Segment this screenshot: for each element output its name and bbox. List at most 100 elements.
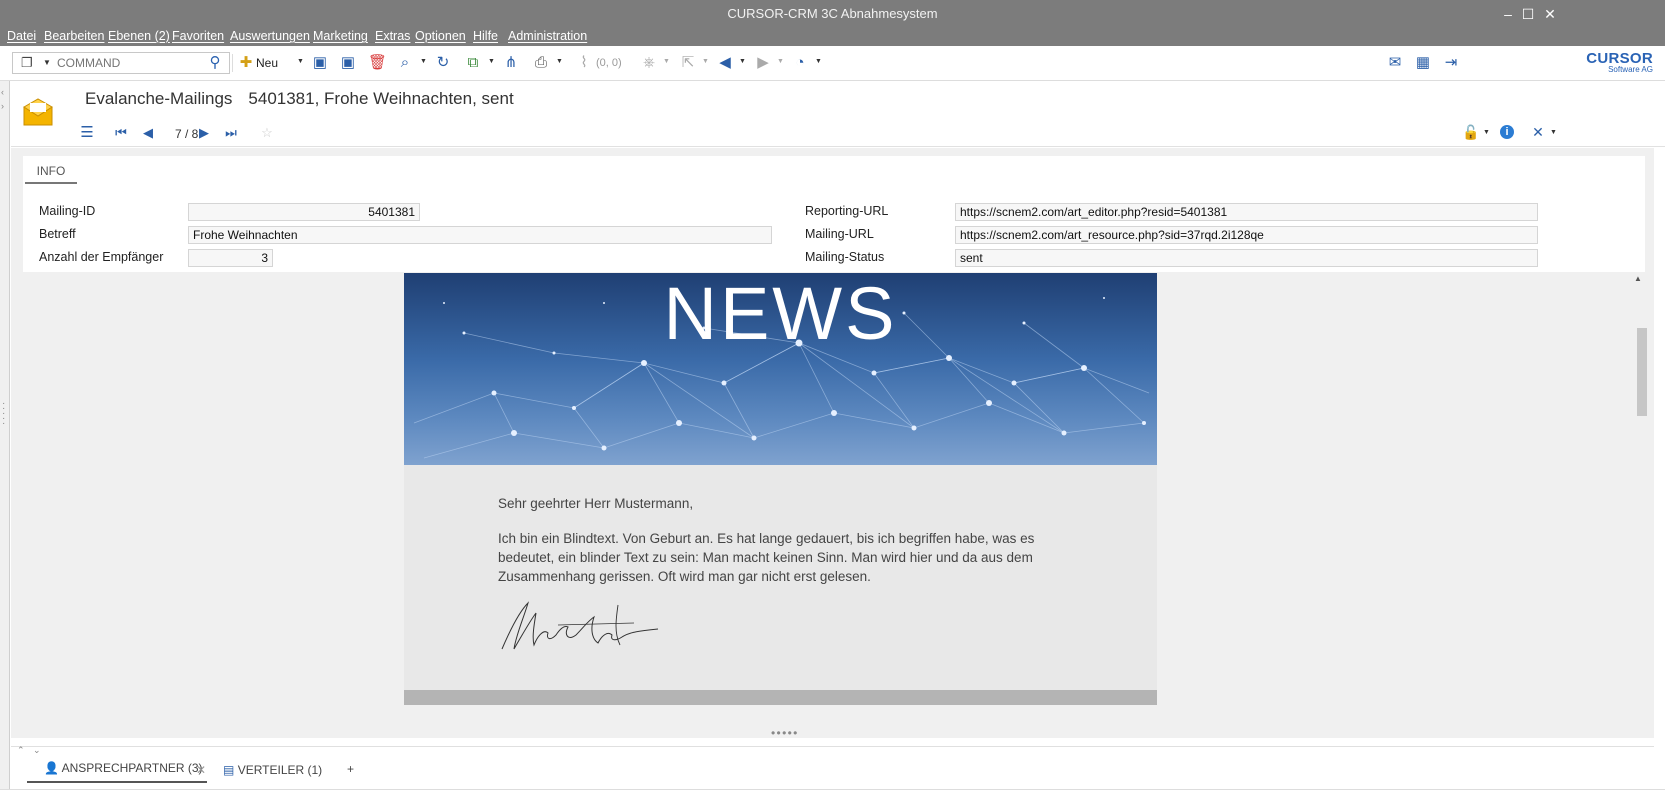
left-collapse-strip[interactable]: ‹ › · · · · · — [0, 81, 10, 810]
refresh-icon[interactable]: ↻ — [435, 54, 451, 72]
record-content: INFO Mailing-ID 5401381 Betreff Frohe We… — [11, 148, 1654, 740]
mailing-envelope-icon — [23, 98, 53, 126]
mailing-id-field[interactable]: 5401381 — [188, 203, 420, 221]
menu-favoriten[interactable]: Favoriten — [172, 29, 224, 43]
new-record-icon[interactable]: ✚ — [238, 54, 254, 72]
chevron-down-icon[interactable]: ▼ — [43, 58, 51, 67]
recipients-label: Anzahl der Empfänger — [39, 250, 164, 264]
menu-optionen[interactable]: Optionen — [415, 29, 466, 43]
close-window-button[interactable]: ✕ — [1539, 4, 1561, 24]
lock-icon[interactable]: 🔓 — [1462, 124, 1479, 140]
mail-body-line-1: Ich bin ein Blindtext. Von Geburt an. Es… — [498, 531, 1035, 546]
menu-hilfe[interactable]: Hilfe — [473, 29, 498, 43]
chevron-down-icon[interactable]: ⌄ — [33, 745, 40, 756]
attachment-count: (0, 0) — [596, 57, 622, 69]
mail-body: NEWS Sehr geehrter Herr Mustermann, Ich … — [404, 273, 1157, 705]
close-dropdown-icon[interactable]: ▼ — [1550, 129, 1557, 136]
delete-icon[interactable]: 🗑 — [368, 54, 387, 72]
mailing-status-field[interactable]: sent — [955, 249, 1538, 267]
history-icon[interactable]: ◔ — [792, 54, 808, 72]
mail-inbox-icon[interactable]: ✉ — [1386, 54, 1404, 72]
favorite-star-icon[interactable]: ☆ — [259, 125, 275, 141]
export-icon[interactable]: ⇱ — [680, 54, 696, 72]
module-name: Evalanche-Mailings — [85, 89, 233, 108]
back-icon[interactable]: ◀ — [717, 54, 733, 72]
tab-info[interactable]: INFO — [25, 162, 77, 184]
logout-icon[interactable]: ⇥ — [1442, 54, 1460, 72]
menu-ebenen[interactable]: Ebenen (2) — [108, 29, 170, 43]
menu-bearbeiten[interactable]: Bearbeiten — [44, 29, 104, 43]
tab-ansprechpartner[interactable]: 👤 ANSPRECHPARTNER (3) — [27, 761, 207, 783]
close-record-icon[interactable]: ✕ — [1530, 124, 1546, 140]
maximize-button[interactable]: ☐ — [1517, 4, 1539, 24]
mail-body-line-3: Zusammenhang gerissen. Oft wird man gar … — [498, 569, 871, 584]
lock-dropdown-icon[interactable]: ▼ — [1483, 129, 1490, 136]
record-title: Evalanche-Mailings 5401381, Frohe Weihnac… — [85, 89, 514, 109]
menu-auswertungen[interactable]: Auswertungen — [230, 29, 310, 43]
info-icon[interactable]: i — [1500, 125, 1514, 139]
subject-label: Betreff — [39, 227, 76, 241]
mailing-url-field[interactable]: https://scnem2.com/art_resource.php?sid=… — [955, 226, 1538, 244]
info-form: INFO Mailing-ID 5401381 Betreff Frohe We… — [23, 156, 1645, 272]
previous-record-icon[interactable]: ◀ — [141, 125, 155, 141]
menu-administration[interactable]: Administration — [508, 29, 587, 43]
last-record-icon[interactable]: ⏭ — [223, 125, 239, 141]
toolbar: ❐ ▼ ⚲ ✚ Neu ▼ ▣ ▣ 🗑 ⌕ ▼ ↻ ⧉ ▼ ⋔ ⎙ ▼ ⌇ (0… — [0, 46, 1665, 81]
tab-ansprechpartner-label: ANSPRECHPARTNER (3) — [61, 761, 203, 775]
search-dropdown-icon[interactable]: ▼ — [420, 58, 427, 65]
add-tab-button[interactable]: + — [347, 762, 354, 776]
save-icon[interactable]: ▣ — [312, 54, 328, 72]
splitter-handle-icon[interactable]: • • • • • — [771, 726, 797, 740]
copy-dropdown-icon[interactable]: ▼ — [488, 58, 495, 65]
toolbar-divider — [232, 54, 233, 72]
export-dropdown-icon[interactable]: ▼ — [702, 58, 709, 65]
search-icon[interactable]: ⚲ — [205, 54, 225, 72]
back-dropdown-icon[interactable]: ▼ — [739, 58, 746, 65]
command-input[interactable] — [57, 55, 207, 71]
stamp-dropdown-icon[interactable]: ▼ — [663, 58, 670, 65]
attachment-icon[interactable]: ⌇ — [576, 54, 592, 72]
print-dropdown-icon[interactable]: ▼ — [556, 58, 563, 65]
reporting-url-field[interactable]: https://scnem2.com/art_editor.php?resid=… — [955, 203, 1538, 221]
forward-dropdown-icon[interactable]: ▼ — [777, 58, 784, 65]
chevron-left-icon[interactable]: ‹ — [1, 87, 4, 97]
search-record-icon[interactable]: ⌕ — [396, 54, 414, 72]
print-icon[interactable]: ⎙ — [532, 54, 550, 72]
menu-marketing[interactable]: Marketing — [313, 29, 368, 43]
subject-field[interactable]: Frohe Weihnachten — [188, 226, 772, 244]
next-record-icon[interactable]: ▶ — [197, 125, 211, 141]
dashboard-icon[interactable]: ▦ — [1414, 54, 1432, 72]
status-bar — [0, 789, 1665, 810]
tab-verteiler[interactable]: ▤ VERTEILER (1) — [223, 763, 322, 777]
drag-handle-icon[interactable]: · · · · · — [2, 399, 6, 429]
forward-icon[interactable]: ▶ — [755, 54, 771, 72]
hamburger-menu-icon[interactable]: ☰ — [79, 125, 95, 141]
command-box: ❐ ▼ ⚲ — [12, 52, 230, 74]
record-name: 5401381, Frohe Weihnachten, sent — [248, 89, 514, 108]
mail-greeting: Sehr geehrter Herr Mustermann, — [498, 496, 694, 511]
title-bar: CURSOR-CRM 3C Abnahmesystem – ☐ ✕ — [0, 0, 1665, 28]
scroll-up-icon[interactable]: ▲ — [1634, 274, 1642, 283]
menu-extras[interactable]: Extras — [375, 29, 410, 43]
minimize-button[interactable]: – — [1497, 4, 1519, 24]
mailing-id-label: Mailing-ID — [39, 204, 96, 218]
history-dropdown-icon[interactable]: ▼ — [815, 58, 822, 65]
mailing-status-label: Mailing-Status — [805, 250, 885, 264]
stamp-icon[interactable]: ⎈ — [641, 54, 657, 72]
new-dropdown-icon[interactable]: ▼ — [297, 58, 304, 65]
close-tab-icon[interactable]: ✕ — [196, 763, 206, 777]
bottom-tab-bar: ⌃ ⌄ 👤 ANSPRECHPARTNER (3) ✕ ▤ VERTEILER … — [11, 745, 1654, 788]
preview-scroll-thumb[interactable] — [1637, 328, 1647, 416]
chevron-up-icon[interactable]: ⌃ — [17, 745, 24, 756]
menu-bar: Datei Bearbeiten Ebenen (2) Favoriten Au… — [0, 28, 1665, 46]
window-list-icon[interactable]: ❐ — [21, 56, 34, 69]
menu-datei[interactable]: Datei — [7, 29, 36, 43]
chevron-right-icon[interactable]: › — [1, 101, 4, 111]
first-record-icon[interactable]: ⏮ — [113, 125, 129, 141]
recipients-field[interactable]: 3 — [188, 249, 273, 267]
mail-preview[interactable]: NEWS Sehr geehrter Herr Mustermann, Ich … — [23, 273, 1645, 705]
copy-record-icon[interactable]: ⧉ — [464, 54, 482, 72]
new-button[interactable]: Neu — [256, 54, 278, 72]
relation-icon[interactable]: ⋔ — [503, 54, 519, 72]
save-close-icon[interactable]: ▣ — [339, 54, 357, 72]
